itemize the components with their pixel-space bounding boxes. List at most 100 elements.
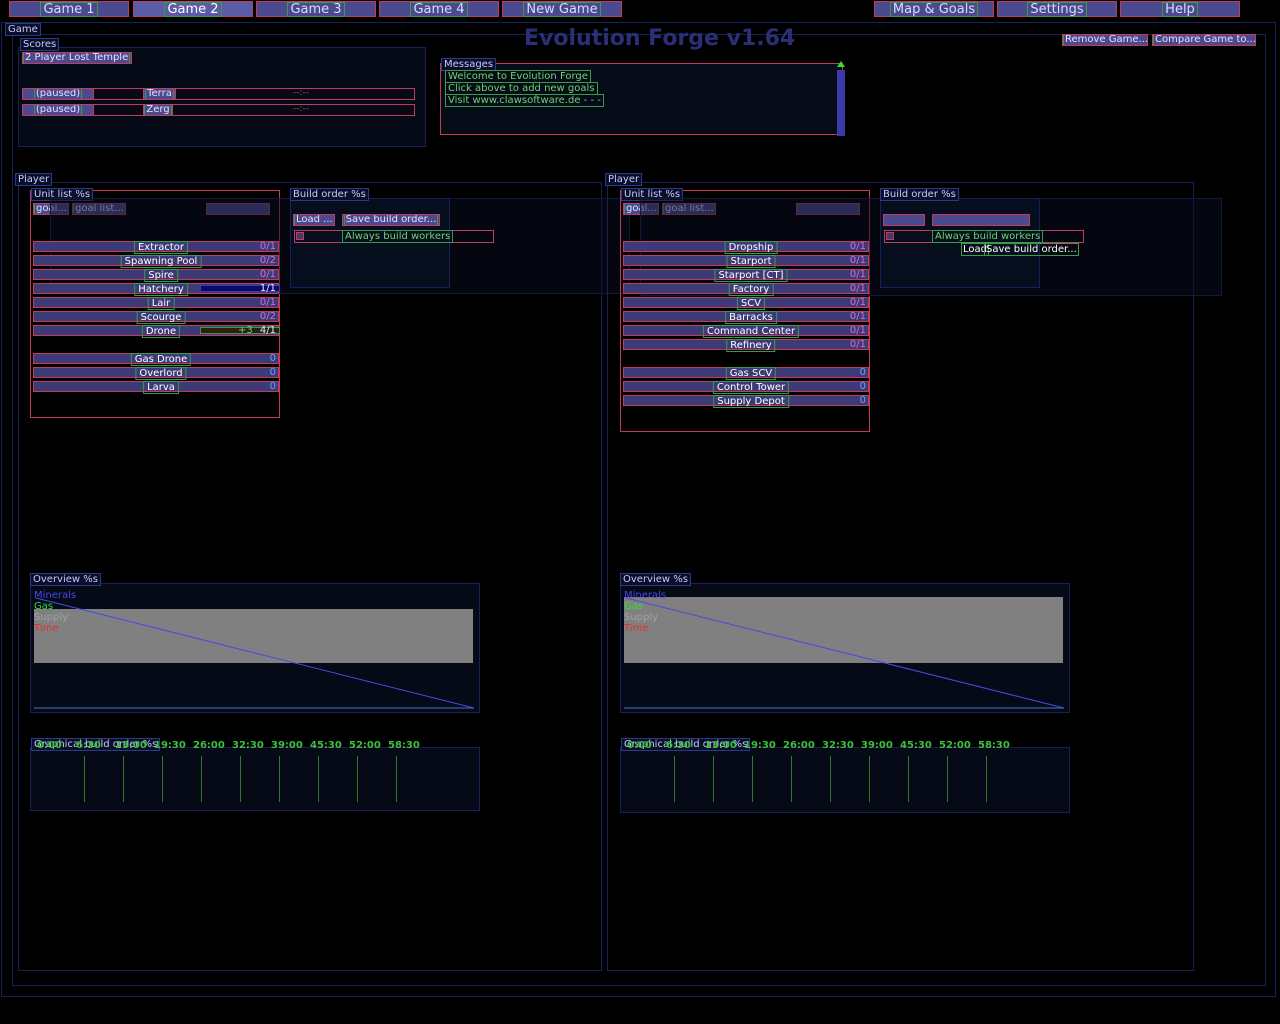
- tab-map-goals[interactable]: Map & Goals: [874, 1, 994, 17]
- unit-name: Scourge: [136, 311, 186, 324]
- resource-row[interactable]: Supply Depot 0: [623, 395, 869, 408]
- unit-row[interactable]: Lair 0/1: [33, 297, 279, 310]
- score-2-race[interactable]: Zerg: [143, 104, 173, 116]
- unit-row[interactable]: Dropship 0/1: [623, 241, 869, 254]
- tab-help[interactable]: Help: [1120, 1, 1240, 17]
- p1-graph-panel: [30, 747, 480, 811]
- timeline-tick-label: 13:00: [705, 740, 737, 751]
- resource-name: Gas Drone: [130, 353, 192, 366]
- p2-legend-gas: Gas: [624, 601, 644, 612]
- unit-row[interactable]: Hatchery 1/1: [33, 283, 280, 296]
- timeline-tick-label: 6:30: [666, 740, 691, 751]
- p1-save-button[interactable]: Save build order...: [342, 214, 440, 226]
- player-1-label: Player: [15, 173, 53, 186]
- tab-game-4-label: Game 4: [410, 2, 468, 17]
- tab-new-game-label: New Game: [523, 2, 601, 17]
- resource-row[interactable]: Gas Drone 0: [33, 353, 279, 366]
- unit-name: Extractor: [133, 241, 189, 254]
- p2-blank-button-2[interactable]: [932, 214, 1030, 226]
- resource-name: Control Tower: [712, 381, 790, 394]
- p2-legend-supply: Supply: [624, 612, 659, 623]
- tab-map-goals-label: Map & Goals: [889, 2, 979, 17]
- unit-count: 0/1: [849, 339, 866, 350]
- timeline-tick-line: [713, 756, 714, 802]
- unit-count: 1/1: [259, 283, 276, 294]
- remove-game-button[interactable]: Remove Game...: [1062, 34, 1148, 46]
- tab-game-2[interactable]: Game 2: [133, 1, 253, 17]
- unit-name: SCV: [736, 297, 766, 310]
- unit-row[interactable]: Scourge 0/2: [33, 311, 279, 324]
- unit-count: 0/1: [259, 241, 276, 252]
- tab-game-3-label: Game 3: [287, 2, 345, 17]
- unit-row[interactable]: Barracks 0/1: [623, 311, 869, 324]
- p1-load-label: Load ...: [294, 214, 334, 225]
- unit-row[interactable]: Starport [CT] 0/1: [623, 269, 869, 282]
- score-1-status[interactable]: (paused): [22, 88, 94, 100]
- resource-count: 0: [269, 381, 276, 392]
- app-title: Evolution Forge v1.64: [524, 26, 796, 51]
- timeline-tick-label: 52:00: [349, 740, 381, 751]
- unit-row[interactable]: Command Center 0/1: [623, 325, 869, 338]
- timeline-tick-line: [240, 756, 241, 802]
- unit-name: Lair: [147, 297, 175, 310]
- p1-always-build-label: Always build workers: [342, 230, 454, 243]
- unit-row[interactable]: Spawning Pool 0/2: [33, 255, 279, 268]
- unit-row[interactable]: Drone +3 4/1: [33, 325, 280, 338]
- tab-game-1-label: Game 1: [40, 2, 98, 17]
- p2-always-build-checkbox[interactable]: [886, 232, 894, 240]
- unit-count: 0/1: [259, 269, 276, 280]
- timeline-tick-label: 32:30: [232, 740, 264, 751]
- resource-row[interactable]: Gas SCV 0: [623, 367, 869, 380]
- scroll-up-icon[interactable]: [837, 61, 845, 67]
- p2-save-button[interactable]: Save build order...: [984, 243, 1079, 256]
- timeline-tick-line: [908, 756, 909, 802]
- unit-row[interactable]: Refinery 0/1: [623, 339, 869, 352]
- resource-row[interactable]: Control Tower 0: [623, 381, 869, 394]
- timeline-tick-line: [947, 756, 948, 802]
- unit-row[interactable]: SCV 0/1: [623, 297, 869, 310]
- tab-game-3[interactable]: Game 3: [256, 1, 376, 17]
- p1-save-label: Save build order...: [343, 214, 439, 225]
- p1-load-button[interactable]: Load ...: [293, 214, 335, 226]
- unit-name: Spire: [144, 269, 178, 282]
- unit-name: Starport: [726, 255, 776, 268]
- timeline-tick-label: 58:30: [388, 740, 420, 751]
- tab-game-4[interactable]: Game 4: [379, 1, 499, 17]
- map-name-button[interactable]: 2 Player Lost Temple: [22, 52, 132, 64]
- unit-row[interactable]: Starport 0/1: [623, 255, 869, 268]
- timeline-tick-line: [830, 756, 831, 802]
- tab-game-1[interactable]: Game 1: [9, 1, 129, 17]
- unit-count: 0/2: [259, 255, 276, 266]
- unit-count: 0/1: [849, 297, 866, 308]
- resource-row[interactable]: Overlord 0: [33, 367, 279, 380]
- timeline-tick-line: [279, 756, 280, 802]
- timeline-tick-line: [752, 756, 753, 802]
- score-1-race[interactable]: Terra: [143, 88, 176, 100]
- tab-help-label: Help: [1162, 2, 1198, 17]
- unit-row[interactable]: Extractor 0/1: [33, 241, 279, 254]
- unit-name: Command Center: [702, 325, 800, 338]
- timeline-tick-label: 19:30: [744, 740, 776, 751]
- p2-minerals-line-path: [625, 597, 1065, 709]
- p2-blank-button[interactable]: [883, 214, 925, 226]
- unit-row[interactable]: Factory 0/1: [623, 283, 869, 296]
- timeline-tick-label: 0:00: [37, 740, 62, 751]
- messages-scrollbar[interactable]: [837, 70, 845, 136]
- resource-count: 0: [269, 353, 276, 364]
- compare-game-button[interactable]: Compare Game to...: [1152, 34, 1256, 46]
- p1-legend-time: Time: [34, 623, 59, 634]
- p1-always-build-checkbox[interactable]: [296, 232, 304, 240]
- resource-row[interactable]: Larva 0: [33, 381, 279, 394]
- timeline-tick-label: 39:00: [861, 740, 893, 751]
- timeline-tick-line: [123, 756, 124, 802]
- score-2-status[interactable]: (paused): [22, 104, 94, 116]
- timeline-tick-line: [869, 756, 870, 802]
- tab-settings[interactable]: Settings: [997, 1, 1117, 17]
- unit-count: 0/1: [849, 241, 866, 252]
- tab-new-game[interactable]: New Game: [502, 1, 622, 17]
- score-1-race-label: Terra: [145, 88, 174, 99]
- unit-row[interactable]: Spire 0/1: [33, 269, 279, 282]
- map-name-label: 2 Player Lost Temple: [23, 52, 131, 63]
- resource-name: Larva: [143, 381, 179, 394]
- p2-legend-time: Time: [624, 623, 649, 634]
